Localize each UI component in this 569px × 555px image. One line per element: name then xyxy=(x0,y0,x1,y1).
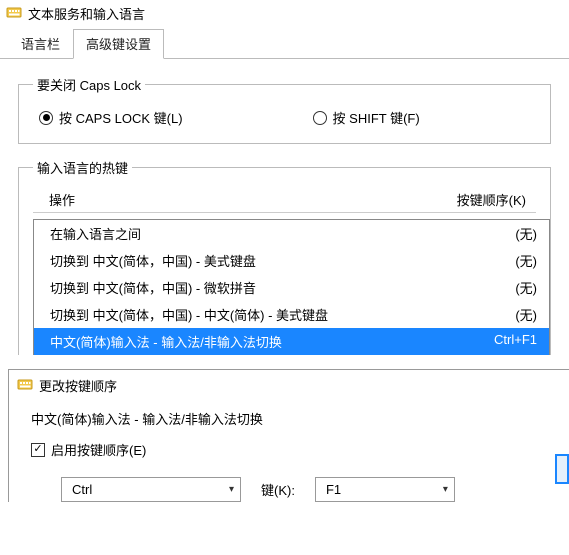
enable-hotkey-checkbox[interactable]: 启用按键顺序(E) xyxy=(31,440,547,459)
list-item[interactable]: 在输入语言之间 (无) xyxy=(34,220,549,247)
header-action: 操作 xyxy=(49,190,75,209)
tab-strip: 语言栏 高级键设置 xyxy=(0,29,569,59)
list-item[interactable]: 中文(简体)输入法 - 输入法/非输入法切换 Ctrl+F1 xyxy=(34,328,549,355)
chevron-down-icon: ▾ xyxy=(443,484,448,495)
key-label: 键(K): xyxy=(261,480,295,499)
radio-shift-key[interactable]: 按 SHIFT 键(F) xyxy=(313,108,420,127)
change-hotkey-dialog: 更改按键顺序 中文(简体)输入法 - 输入法/非输入法切换 启用按键顺序(E) … xyxy=(8,369,569,502)
checkbox-icon xyxy=(31,443,45,457)
keyboard-icon xyxy=(17,376,33,395)
hotkeys-legend: 输入语言的热键 xyxy=(33,158,132,177)
tab-language-bar[interactable]: 语言栏 xyxy=(8,29,73,59)
radio-dot-icon xyxy=(313,111,327,125)
chevron-down-icon: ▾ xyxy=(229,484,234,495)
hotkeys-header: 操作 按键顺序(K) xyxy=(33,187,536,213)
subdialog-subject: 中文(简体)输入法 - 输入法/非输入法切换 xyxy=(31,409,547,428)
subdialog-title: 更改按键顺序 xyxy=(39,376,117,395)
window-title: 文本服务和输入语言 xyxy=(28,4,145,23)
dialog-button-fragment[interactable] xyxy=(555,454,569,484)
list-item[interactable]: 切换到 中文(简体，中国) - 美式键盘 (无) xyxy=(34,247,549,274)
tab-advanced-keys[interactable]: 高级键设置 xyxy=(73,29,164,59)
list-item[interactable]: 切换到 中文(简体，中国) - 微软拼音 (无) xyxy=(34,274,549,301)
capslock-group: 要关闭 Caps Lock 按 CAPS LOCK 键(L) 按 SHIFT 键… xyxy=(18,75,551,144)
hotkeys-list[interactable]: 在输入语言之间 (无) 切换到 中文(简体，中国) - 美式键盘 (无) 切换到… xyxy=(33,219,550,355)
key-select[interactable]: F1 ▾ xyxy=(315,477,455,502)
capslock-legend: 要关闭 Caps Lock xyxy=(33,75,145,94)
modifier-select[interactable]: Ctrl ▾ xyxy=(61,477,241,502)
hotkeys-group: 输入语言的热键 操作 按键顺序(K) 在输入语言之间 (无) 切换到 中文(简体… xyxy=(18,158,551,355)
radio-capslock-key[interactable]: 按 CAPS LOCK 键(L) xyxy=(39,108,183,127)
keyboard-icon xyxy=(6,4,22,23)
list-item[interactable]: 切换到 中文(简体，中国) - 中文(简体) - 美式键盘 (无) xyxy=(34,301,549,328)
header-key: 按键顺序(K) xyxy=(457,190,526,209)
radio-dot-icon xyxy=(39,111,53,125)
